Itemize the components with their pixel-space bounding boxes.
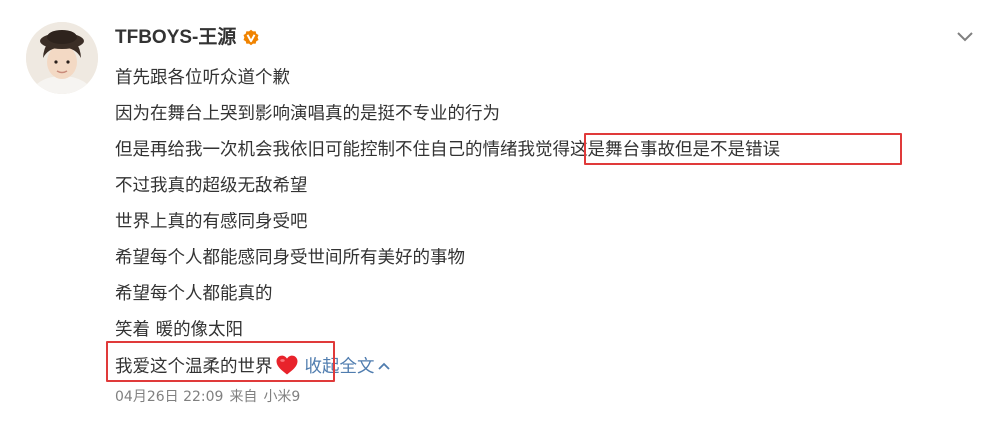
post-text: 首先跟各位听众道个歉 因为在舞台上哭到影响演唱真的是挺不专业的行为 但是再给我一…	[115, 60, 780, 384]
post-device[interactable]: 小米9	[263, 389, 300, 405]
post-timestamp[interactable]: 04月26日 22:09	[115, 389, 223, 405]
author-name[interactable]: TFBOYS-王源	[115, 24, 260, 52]
post-line: 世界上真的有感同身受吧	[115, 212, 308, 232]
avatar-image	[26, 22, 98, 94]
verified-icon	[242, 28, 260, 46]
post-source-prefix: 来自	[229, 389, 258, 405]
highlight-box-line3	[584, 133, 902, 165]
post-line-text: 但是再给我一次机会我依旧可能控制不住自己的情绪	[115, 140, 518, 160]
post-meta: 04月26日 22:09 来自 小米9	[115, 386, 306, 408]
chevron-up-icon	[377, 348, 391, 370]
post-line: 希望每个人都能感同身受世间所有美好的事物	[115, 248, 465, 268]
post-line: 希望每个人都能真的	[115, 284, 273, 304]
avatar[interactable]	[26, 22, 98, 94]
author-name-text[interactable]: TFBOYS-王源	[115, 24, 236, 52]
more-options-chevron-icon[interactable]	[953, 28, 977, 46]
post-line: 不过我真的超级无敌希望	[115, 176, 308, 196]
post-line: 因为在舞台上哭到影响演唱真的是挺不专业的行为	[115, 104, 500, 124]
post-line: 首先跟各位听众道个歉	[115, 68, 290, 88]
highlight-box-last-line	[106, 341, 335, 382]
